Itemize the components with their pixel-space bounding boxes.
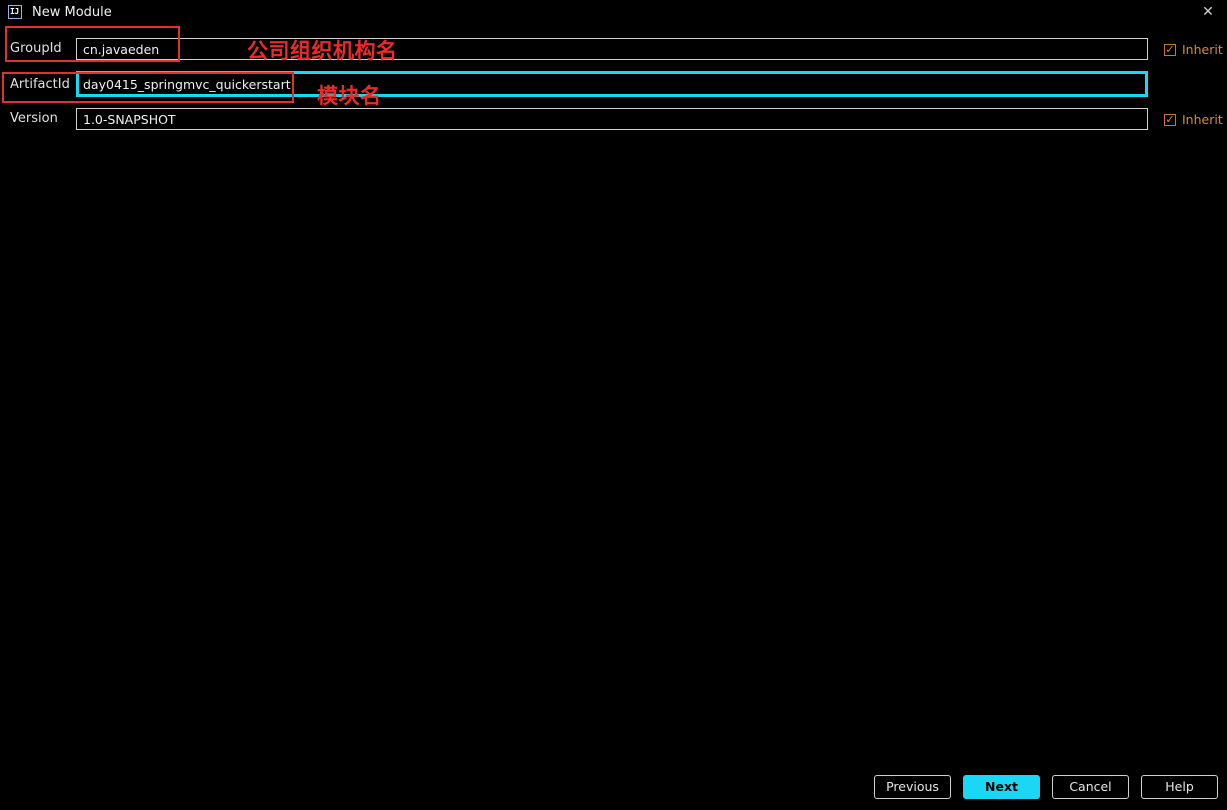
version-input[interactable] [76,108,1148,130]
version-label: Version [10,111,58,126]
title-bar: IJ New Module ✕ [0,0,1227,26]
artifact-annotation-text: 模块名 [317,84,382,108]
window-title: New Module [32,5,112,20]
previous-button[interactable]: Previous [874,775,951,799]
close-icon[interactable]: ✕ [1200,4,1216,20]
inherit-label: Inherit [1182,42,1223,57]
checkbox-checked-icon[interactable]: ✓ [1164,113,1176,126]
inherit-label: Inherit [1182,112,1223,127]
group-annotation-text: 公司组织机构名 [247,39,398,63]
version-inherit-checkbox[interactable]: ✓ Inherit [1164,112,1223,127]
next-button[interactable]: Next [963,775,1040,799]
cancel-button[interactable]: Cancel [1052,775,1129,799]
group-id-input[interactable] [76,38,1148,60]
artifact-annotation-box [2,72,294,103]
checkbox-checked-icon[interactable]: ✓ [1164,43,1176,56]
group-annotation-box [5,26,180,62]
intellij-icon: IJ [8,5,22,19]
help-button[interactable]: Help [1141,775,1218,799]
group-id-inherit-checkbox[interactable]: ✓ Inherit [1164,42,1223,57]
